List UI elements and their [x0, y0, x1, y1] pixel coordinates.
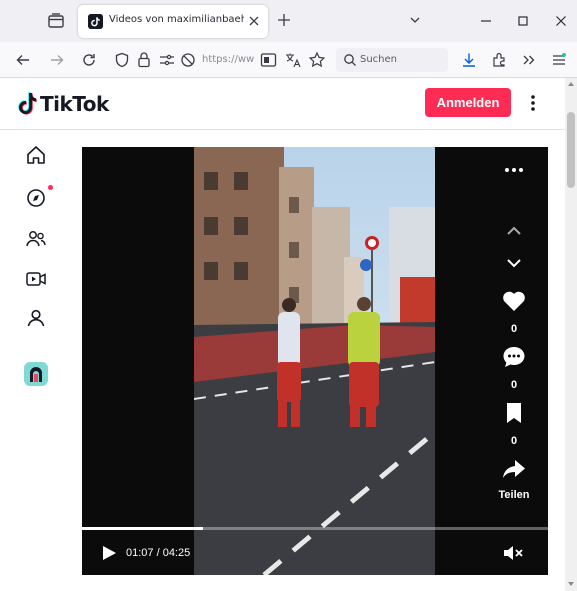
more-options-icon[interactable] — [527, 92, 539, 114]
forward-arrow-icon[interactable] — [48, 51, 66, 69]
translate-icon[interactable] — [284, 51, 302, 69]
url-text[interactable]: https://ww — [202, 54, 262, 65]
share-arrow-icon[interactable] — [500, 455, 528, 483]
window-close-icon[interactable] — [553, 13, 569, 29]
avatar[interactable] — [24, 362, 48, 386]
search-field[interactable]: Suchen — [336, 48, 448, 72]
explore-icon[interactable] — [25, 187, 47, 209]
tiktok-wordmark: TikTok — [40, 92, 109, 116]
video-frame[interactable] — [194, 147, 435, 575]
browser-tab-bar: Videos von maximilianbaehring — [0, 0, 577, 42]
blocked-autoplay-icon[interactable] — [180, 52, 196, 68]
video-player[interactable]: 0 0 0 Teilen 01:07 / 04:25 — [82, 147, 548, 575]
url-bar[interactable]: https://ww — [110, 48, 330, 72]
scroll-down-arrow-icon[interactable] — [567, 580, 575, 588]
bookmark-star-icon[interactable] — [308, 51, 326, 69]
tiktok-favicon-icon — [88, 14, 103, 29]
profile-icon[interactable] — [25, 307, 47, 329]
comment-count: 0 — [510, 379, 518, 391]
window-maximize-icon[interactable] — [515, 13, 531, 29]
reload-icon[interactable] — [80, 51, 98, 69]
tab-close-icon[interactable] — [248, 15, 260, 27]
tab-list-icon[interactable] — [46, 11, 66, 31]
live-icon[interactable] — [25, 268, 47, 290]
window-minimize-icon[interactable] — [478, 13, 494, 29]
shield-icon[interactable] — [114, 52, 130, 68]
search-icon — [344, 54, 356, 66]
progress-bar[interactable] — [82, 527, 548, 530]
share-label: Teilen — [498, 489, 530, 501]
home-icon[interactable] — [25, 144, 47, 166]
tiktok-page: TikTok Anmelden 0 0 0 Teilen 01:07 / 04:… — [0, 78, 565, 591]
extensions-icon[interactable] — [490, 51, 508, 69]
more-horizontal-icon[interactable] — [502, 163, 526, 177]
notification-dot — [48, 185, 53, 190]
chevron-up-icon[interactable] — [504, 223, 524, 239]
muted-volume-icon[interactable] — [502, 543, 524, 563]
play-icon[interactable] — [100, 544, 118, 562]
download-icon[interactable] — [460, 51, 478, 69]
scroll-up-arrow-icon[interactable] — [567, 80, 575, 88]
page-scrollbar[interactable] — [565, 78, 577, 591]
bookmark-icon[interactable] — [500, 399, 528, 427]
app-menu-icon[interactable] — [550, 51, 568, 69]
browser-tab-active[interactable]: Videos von maximilianbaehring — [78, 5, 268, 38]
scrollbar-thumb[interactable] — [567, 112, 575, 188]
comment-icon[interactable] — [500, 343, 528, 371]
like-heart-icon[interactable] — [500, 287, 528, 315]
search-placeholder: Suchen — [360, 54, 398, 65]
save-count: 0 — [510, 435, 518, 447]
overflow-chevron-icon[interactable] — [520, 51, 538, 69]
reader-view-icon[interactable] — [260, 52, 277, 68]
like-count: 0 — [510, 323, 518, 335]
browser-nav-bar: https://ww Suchen — [0, 42, 577, 78]
permissions-icon[interactable] — [158, 52, 176, 68]
login-button[interactable]: Anmelden — [425, 88, 511, 117]
progress-bar-fill — [82, 527, 204, 530]
chevron-down-icon[interactable] — [504, 255, 524, 271]
tiktok-header: TikTok Anmelden — [0, 78, 565, 130]
tiktok-note-icon — [18, 92, 37, 115]
tab-title: Videos von maximilianbaehring — [109, 14, 244, 25]
lock-icon[interactable] — [136, 51, 152, 68]
tiktok-logo[interactable]: TikTok — [18, 90, 109, 118]
back-arrow-icon[interactable] — [14, 51, 32, 69]
new-tab-icon[interactable] — [276, 12, 292, 28]
sidebar — [0, 130, 76, 591]
following-icon[interactable] — [25, 228, 47, 250]
chevron-down-icon[interactable] — [408, 13, 422, 27]
playback-time: 01:07 / 04:25 — [126, 547, 191, 559]
